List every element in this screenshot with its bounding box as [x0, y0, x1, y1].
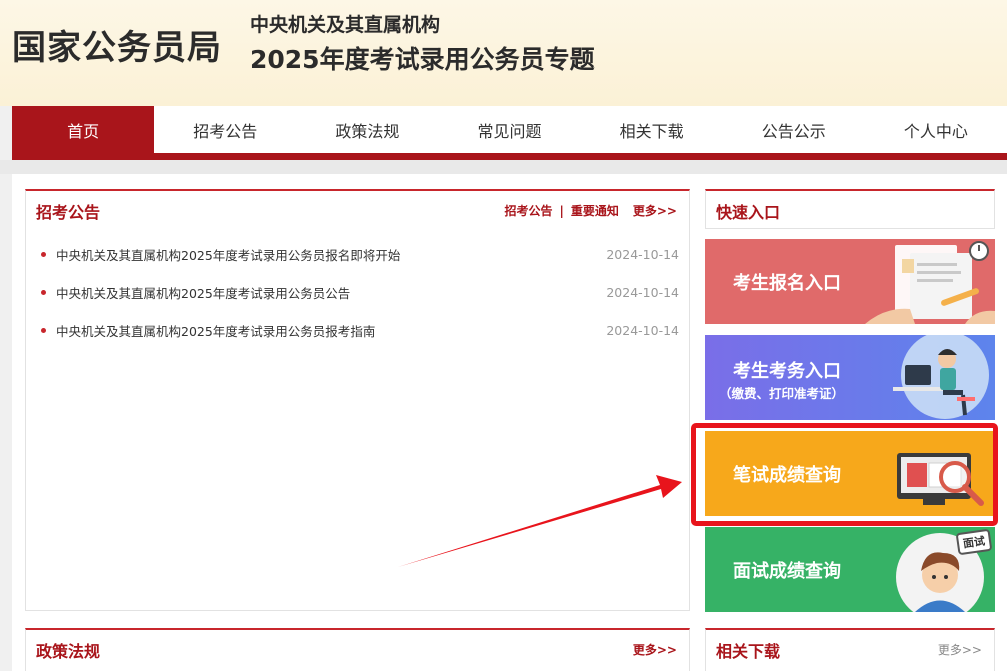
downloads-links: 更多>>: [938, 641, 982, 658]
policy-title: 政策法规: [36, 642, 101, 661]
downloads-more-link[interactable]: 更多>>: [938, 641, 982, 658]
policy-more-link[interactable]: 更多>>: [633, 641, 677, 658]
policy-links: 更多>>: [633, 641, 677, 658]
annotation-arrow-icon: [398, 475, 682, 567]
downloads-panel: 相关下载 更多>>: [705, 628, 995, 671]
downloads-title: 相关下载: [716, 642, 781, 661]
policy-panel: 政策法规 更多>>: [25, 628, 690, 671]
